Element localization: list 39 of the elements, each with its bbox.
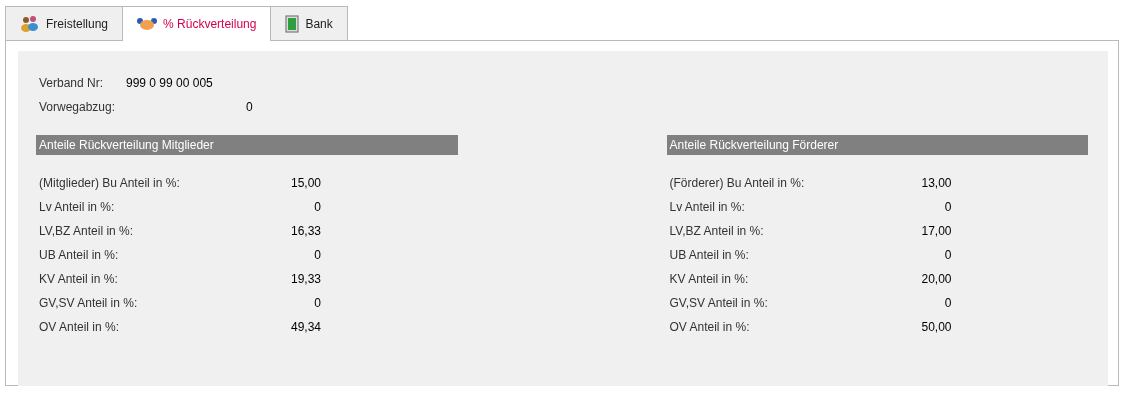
section-header: Anteile Rückverteilung Förderer [666,135,1088,155]
field-value: 13,00 [921,175,952,192]
tab[interactable]: Bank [270,6,348,40]
field-label: Verband Nr: [39,75,105,92]
field-value: 16,33 [290,223,321,240]
section-header: Anteile Rückverteilung Mitglieder [36,135,458,155]
field-label: GV,SV Anteil in %: [39,295,138,312]
field-label: (Förderer) Bu Anteil in %: [669,175,805,192]
field-label: OV Anteil in %: [669,319,750,336]
field-value: 0 [314,247,321,264]
field-value: 0 [246,99,253,116]
people-icon [20,14,40,33]
field-value: 0 [944,199,952,216]
field-label: Lv Anteil in %: [39,199,115,216]
field-label: OV Anteil in %: [39,319,120,336]
field-label: KV Anteil in %: [39,271,118,288]
field-value: 20,00 [921,271,952,288]
field-value: 17,00 [921,223,952,240]
banknote-icon [285,14,300,33]
field-value: 50,00 [921,319,952,336]
field-label: GV,SV Anteil in %: [669,295,768,312]
field-label: LV,BZ Anteil in %: [39,223,134,240]
field-value: 999 0 99 00 005 [126,75,213,92]
tab[interactable]: % Rückverteilung [122,6,272,41]
field-value: 0 [314,295,321,312]
field-label: LV,BZ Anteil in %: [669,223,764,240]
field-label: KV Anteil in %: [669,271,749,288]
field-label: UB Anteil in %: [39,247,119,264]
field-value: 0 [314,199,321,216]
field-label: (Mitglieder) Bu Anteil in %: [39,175,180,192]
field-value: 49,34 [290,319,321,336]
field-label: UB Anteil in %: [669,247,749,264]
field-label: Vorwegabzug: [39,99,117,116]
field-value: 0 [944,247,952,264]
field-value: 19,33 [290,271,321,288]
tab[interactable]: Freistellung [5,6,124,40]
field-value: 0 [944,295,952,312]
field-value: 15,00 [290,175,321,192]
field-label: Lv Anteil in %: [669,199,745,216]
